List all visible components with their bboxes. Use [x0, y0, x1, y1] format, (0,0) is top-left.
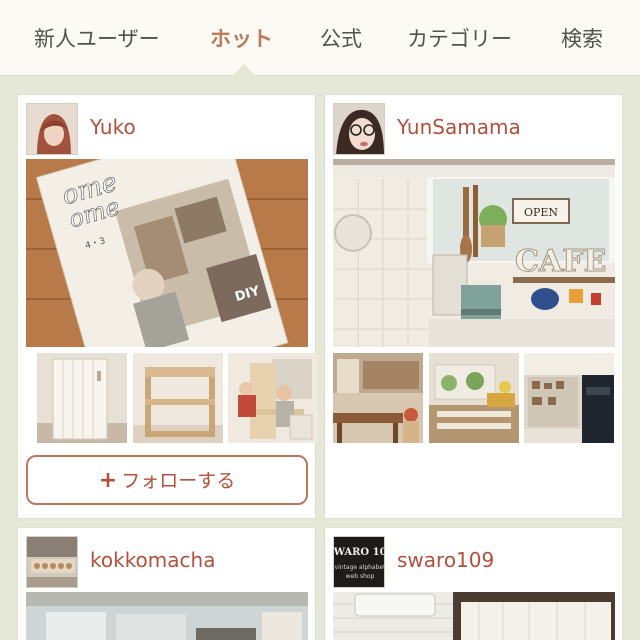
avatar[interactable]: [26, 103, 78, 155]
plus-icon: +: [98, 467, 118, 493]
cafe-letters-text: CAFE: [515, 244, 606, 279]
card-header[interactable]: YunSamama: [333, 103, 614, 155]
post-thumbnail[interactable]: [133, 353, 223, 443]
username[interactable]: swaro109: [397, 548, 494, 572]
tab-hot[interactable]: ホット: [210, 22, 273, 56]
active-tab-indicator: [232, 64, 256, 76]
svg-text:web shop: web shop: [346, 573, 375, 580]
post-thumbnail[interactable]: [429, 353, 519, 443]
post-image-main[interactable]: ome ome 4・3 DIY: [26, 159, 308, 347]
post-image-main[interactable]: [333, 592, 615, 640]
swaro-logo-text: SWARO 109: [334, 547, 385, 558]
follow-button-label: フォローする: [121, 469, 236, 492]
follow-button[interactable]: + フォローする: [26, 455, 308, 505]
post-thumbnail[interactable]: [333, 353, 423, 443]
tab-search[interactable]: 検索: [561, 22, 603, 56]
card-header[interactable]: kokkomacha: [26, 536, 307, 588]
svg-text:vintage alphabet: vintage alphabet: [335, 564, 385, 571]
card-header[interactable]: SWARO 109 vintage alphabet web shop swar…: [333, 536, 614, 588]
user-card: kokkomacha: [17, 527, 316, 640]
post-image-main[interactable]: OPEN CAFE: [333, 159, 615, 347]
open-sign-text: OPEN: [524, 206, 558, 219]
avatar[interactable]: [333, 103, 385, 155]
tab-bar: 新人ユーザー ホット 公式 カテゴリー 検索: [0, 0, 640, 76]
post-image-main[interactable]: [26, 592, 308, 640]
username[interactable]: Yuko: [90, 115, 136, 139]
post-thumbnail[interactable]: [524, 353, 614, 443]
username[interactable]: kokkomacha: [90, 548, 215, 572]
tab-category[interactable]: カテゴリー: [407, 22, 512, 56]
tab-official[interactable]: 公式: [320, 22, 362, 56]
tab-new-users[interactable]: 新人ユーザー: [34, 22, 160, 56]
username[interactable]: YunSamama: [397, 115, 521, 139]
post-thumbnail[interactable]: [37, 353, 127, 443]
user-card: Yuko ome ome 4・3 DIY + フォローする: [17, 94, 318, 519]
card-header[interactable]: Yuko: [26, 103, 307, 155]
avatar[interactable]: [26, 536, 78, 588]
post-thumbnail[interactable]: [228, 353, 318, 443]
avatar[interactable]: SWARO 109 vintage alphabet web shop: [333, 536, 385, 588]
user-card: YunSamama OPEN CAFE: [324, 94, 623, 519]
user-card: SWARO 109 vintage alphabet web shop swar…: [324, 527, 623, 640]
